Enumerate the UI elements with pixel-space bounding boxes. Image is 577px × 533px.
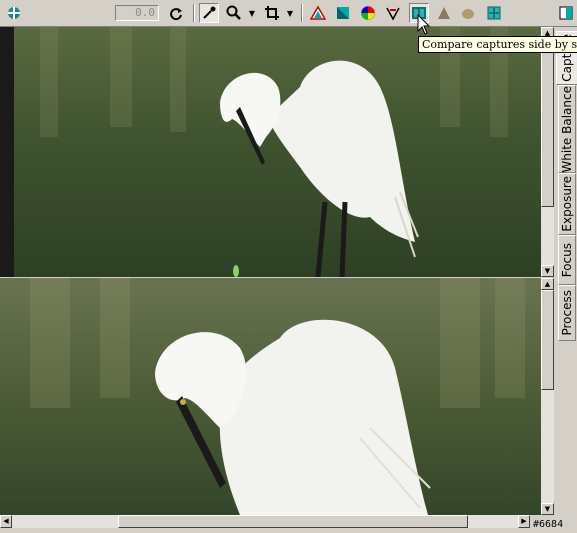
tooltip: Compare captures side by side bbox=[418, 36, 577, 53]
tab-label: Focus bbox=[560, 242, 574, 278]
scroll-right-icon[interactable]: ▶ bbox=[518, 515, 530, 528]
toolbar: 0.0 ▼ ▼ bbox=[0, 0, 577, 27]
side-tab-strip: Capture White Balance Exposure Focus Pro… bbox=[556, 27, 577, 517]
hand-icon[interactable] bbox=[458, 3, 478, 23]
eyedropper-icon[interactable] bbox=[199, 3, 219, 23]
scroll-down-icon[interactable]: ▼ bbox=[541, 503, 554, 515]
tab-label: Exposure bbox=[560, 176, 574, 232]
scroll-thumb[interactable] bbox=[118, 515, 468, 528]
egret-photo-top bbox=[0, 27, 541, 277]
tab-label: Process bbox=[560, 290, 574, 336]
tone-curve-icon[interactable] bbox=[383, 3, 403, 23]
shadow-warning-icon[interactable] bbox=[333, 3, 353, 23]
scroll-left-icon[interactable]: ◀ bbox=[0, 515, 12, 528]
bottom-pane-vertical-scrollbar[interactable]: ▲ ▼ bbox=[541, 278, 554, 515]
zoom-dropdown-icon[interactable]: ▼ bbox=[246, 3, 258, 23]
tab-white-balance[interactable]: White Balance bbox=[558, 85, 576, 173]
status-code: #6684 bbox=[533, 519, 564, 530]
panel-toggle-icon[interactable] bbox=[556, 3, 576, 23]
mouse-cursor-icon bbox=[417, 14, 431, 35]
zoom-icon[interactable] bbox=[224, 3, 244, 23]
color-wheel-icon[interactable] bbox=[358, 3, 378, 23]
scroll-thumb[interactable] bbox=[541, 39, 554, 207]
fit-icon[interactable] bbox=[484, 3, 504, 23]
toolbar-separator bbox=[301, 4, 303, 22]
crop-dropdown-icon[interactable]: ▼ bbox=[284, 3, 296, 23]
tab-exposure[interactable]: Exposure bbox=[558, 173, 576, 235]
rotate-icon[interactable] bbox=[166, 3, 186, 23]
scroll-down-icon[interactable]: ▼ bbox=[541, 265, 554, 277]
tab-label: White Balance bbox=[560, 85, 574, 173]
toolbar-separator bbox=[193, 4, 195, 22]
horizontal-scrollbar[interactable]: ◀ ▶ bbox=[0, 515, 530, 528]
capture-pane-top[interactable] bbox=[0, 27, 541, 277]
tab-process[interactable]: Process bbox=[558, 285, 576, 341]
capture-pane-bottom[interactable] bbox=[0, 278, 541, 515]
rotation-value-field[interactable]: 0.0 bbox=[115, 5, 159, 21]
top-pane-vertical-scrollbar[interactable]: ▲ ▼ bbox=[541, 27, 554, 277]
tab-focus[interactable]: Focus bbox=[558, 235, 576, 285]
egret-photo-bottom bbox=[0, 278, 541, 515]
scroll-up-icon[interactable]: ▲ bbox=[541, 278, 554, 290]
crop-icon[interactable] bbox=[262, 3, 282, 23]
highlight-warning-icon[interactable] bbox=[308, 3, 328, 23]
scroll-thumb[interactable] bbox=[541, 290, 554, 390]
triangle-icon[interactable] bbox=[434, 3, 454, 23]
app-menu-icon[interactable] bbox=[4, 3, 24, 23]
